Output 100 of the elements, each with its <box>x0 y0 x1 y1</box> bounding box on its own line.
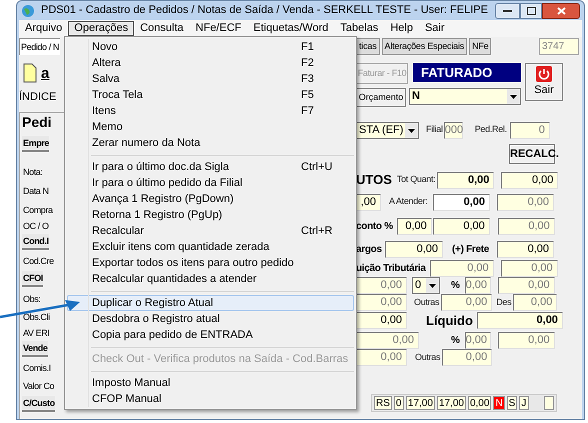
menu-item[interactable]: Avança 1 Registro (PgDown) <box>67 191 354 207</box>
maximize-button[interactable] <box>520 2 542 18</box>
status-field: N <box>493 396 505 410</box>
field-label: Outras <box>415 350 442 364</box>
field-label: Tot Quant: <box>396 173 436 186</box>
field-label: Outras <box>414 296 440 309</box>
text-field[interactable]: 0,00 <box>432 218 490 234</box>
new-document-icon[interactable] <box>23 63 37 83</box>
status-field: J <box>519 396 530 410</box>
field-label: uição Tributária <box>356 262 427 276</box>
power-icon <box>536 66 552 82</box>
text-field[interactable]: 0,00 <box>476 312 563 329</box>
menu-bar-item[interactable]: Sair <box>418 21 450 36</box>
menu-item[interactable]: Exportar todos os itens para outro pedido <box>67 255 354 271</box>
section-title: Pedi <box>22 112 53 130</box>
field-label: Comis.I <box>22 362 51 374</box>
menu-item[interactable]: Excluir itens com quantidade zerada <box>67 239 354 255</box>
field-label: Obs.Cli <box>22 310 50 324</box>
tab[interactable]: Alterações Especiais <box>382 38 468 55</box>
menu-item[interactable]: Zerar numero da Nota <box>67 135 354 151</box>
section-header: Cond.I <box>22 234 49 250</box>
maximize-icon <box>526 6 536 14</box>
field-label: Compra <box>22 204 53 217</box>
close-icon <box>556 6 566 14</box>
tab[interactable]: ticas <box>356 38 380 55</box>
text-field[interactable]: 0,00 <box>356 312 407 329</box>
index-label: ÍNDICE <box>19 90 58 105</box>
globe-icon <box>21 4 35 18</box>
menu-item[interactable]: Ir para o último doc.da Sigla Ctrl+U <box>67 159 354 175</box>
status-field: 0 <box>394 396 404 410</box>
menu-bar-item[interactable]: NFe/ECF <box>190 21 248 36</box>
menu-bar-item[interactable]: Consulta <box>134 21 190 36</box>
section-heading: UTOS <box>356 171 393 190</box>
status-field: RS <box>374 396 392 410</box>
dropdown-field[interactable]: N <box>409 88 521 105</box>
field-label: Nota: <box>22 166 43 178</box>
status-field: S <box>506 396 518 410</box>
text-field[interactable]: 0,00 <box>501 172 558 188</box>
text-field[interactable]: ,00 <box>356 194 381 210</box>
menu-item[interactable]: Copia para pedido de ENTRADA <box>67 327 354 343</box>
menu-bar-item[interactable]: Etiquetas/Word <box>247 21 334 36</box>
status-field: 17,00 <box>436 396 466 410</box>
toolbar-letter-icon[interactable]: a <box>41 66 50 80</box>
exit-button[interactable]: Sair <box>525 63 563 101</box>
menu-item[interactable]: Recalcular quantidades a atender <box>67 271 354 287</box>
menu-item[interactable]: Duplicar o Registro Atual <box>67 295 354 311</box>
field-label: Des <box>496 296 512 309</box>
menu-bar-item[interactable]: Arquivo <box>19 21 68 36</box>
menu-item[interactable]: Memo <box>67 119 354 135</box>
field-label: Valor Co <box>22 380 54 392</box>
tab[interactable]: Pedido / N <box>19 38 60 55</box>
record-number-field[interactable]: 3747 <box>539 38 579 55</box>
menu-item[interactable]: Itens F7 <box>67 103 354 119</box>
minimize-button[interactable] <box>495 2 520 18</box>
window-title: PDS01 - Cadastro de Pedidos / Notas de Saída / Venda - SERKELL TESTE - User: FELIPE <box>41 3 488 18</box>
field-label: conto % <box>356 220 394 234</box>
section-header: Vende <box>22 340 48 356</box>
field-label: % <box>451 334 461 348</box>
menu-item[interactable]: Troca Tela F5 <box>67 87 354 103</box>
text-field[interactable]: 0,00 <box>385 240 443 258</box>
menu-item[interactable]: Salva F3 <box>67 71 354 87</box>
field-label: argos <box>356 242 383 256</box>
field-label: Obs: <box>22 292 40 306</box>
field-label: Filial <box>426 123 444 136</box>
section-header: Empre <box>22 136 50 152</box>
budget-button[interactable]: Orçamento <box>356 88 406 107</box>
status-field: 0,00 <box>468 396 492 410</box>
dropdown-field[interactable]: 0 <box>412 277 440 294</box>
menu-item[interactable]: Ir para o último pedido da Filial <box>67 175 354 191</box>
menu-bar-item[interactable]: Tabelas <box>334 21 384 36</box>
field-label: Data N <box>22 184 49 198</box>
field-label: Cod.Cre <box>22 254 54 268</box>
menu-bar-item[interactable]: Help <box>384 21 419 36</box>
menu-item[interactable]: Recalcular Ctrl+R <box>67 223 354 239</box>
section-heading: Líquido <box>426 312 474 330</box>
menu-item[interactable]: CFOP Manual <box>67 391 354 407</box>
section-header: C/Custo <box>22 396 55 412</box>
close-button[interactable] <box>542 2 580 18</box>
status-field: 17,00 <box>406 396 435 410</box>
field-label: A Atender: <box>389 195 429 208</box>
menu-item[interactable]: Altera F2 <box>67 55 354 71</box>
text-field[interactable]: 0,00 <box>437 172 494 188</box>
text-field[interactable]: 0,00 <box>433 194 490 210</box>
menu-item[interactable]: Novo F1 <box>67 39 354 55</box>
dropdown-field[interactable]: STA (EF) <box>356 122 419 138</box>
menu-bar-item[interactable]: Operações <box>68 21 134 36</box>
tab[interactable]: NFe <box>469 38 492 55</box>
menu-item[interactable]: Desdobra o Registro atual <box>67 311 354 327</box>
section-header: CFOI <box>22 270 43 286</box>
field-label: % <box>451 279 461 293</box>
empty-status-field <box>544 396 554 410</box>
field-label: AV ERI <box>22 326 50 340</box>
menu-item[interactable]: Imposto Manual <box>67 375 354 391</box>
field-label: OC / O <box>22 220 49 232</box>
text-field[interactable]: 0,00 <box>396 218 432 234</box>
menu-item[interactable]: Retorna 1 Registro (PgUp) <box>67 207 354 223</box>
status-banner: FATURADO <box>413 63 521 82</box>
minimize-icon <box>503 8 512 12</box>
text-field[interactable]: 0,00 <box>497 240 554 258</box>
field-label: (+) Frete <box>452 242 490 256</box>
